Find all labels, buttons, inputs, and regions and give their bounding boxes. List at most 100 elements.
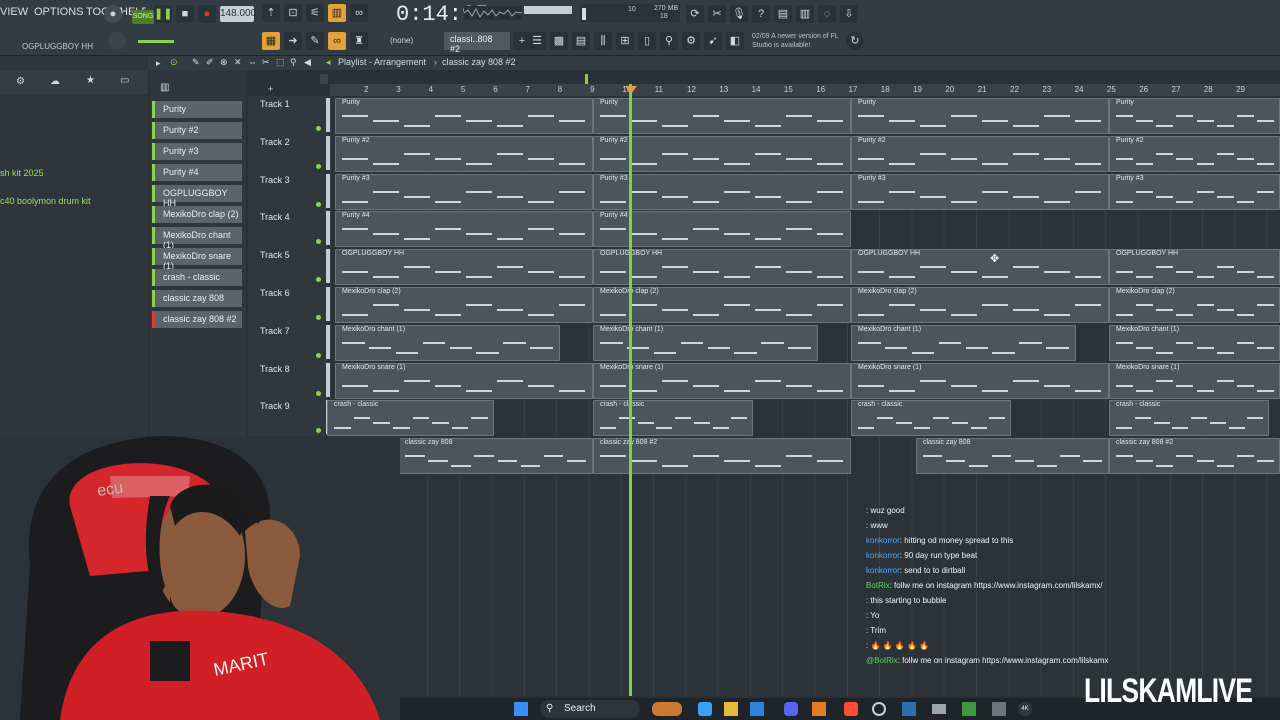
chat-username[interactable]: konkorror <box>866 551 900 560</box>
playlist-clip[interactable]: Purity <box>335 98 593 134</box>
playlist-clip[interactable]: MexikoDro clap (2) <box>335 287 593 323</box>
chat-username[interactable]: BotRix <box>866 581 890 590</box>
channel-rack-icon[interactable]: ▤ <box>572 32 590 50</box>
channel-item[interactable]: Purity #4 <box>152 164 242 181</box>
playlist-clip[interactable]: MexikoDro chant (1) <box>593 324 818 361</box>
channel-item[interactable]: classic zay 808 #2 <box>152 311 242 328</box>
wait-input-icon[interactable]: ⊡ <box>284 4 302 22</box>
mute-tool-icon[interactable]: ✕ <box>234 57 242 68</box>
playlist-clip[interactable]: MexikoDro clap (2) <box>1109 287 1280 323</box>
store-icon[interactable] <box>750 702 764 716</box>
picker-grid-icon[interactable]: ▥ <box>160 82 169 93</box>
chat-username[interactable]: konkorror <box>866 566 900 575</box>
copilot-icon[interactable] <box>698 702 712 716</box>
add-track-icon[interactable]: + <box>268 84 273 94</box>
mixer-view-icon[interactable]: ⫼ <box>594 32 612 50</box>
pan-knob[interactable] <box>108 32 126 50</box>
chat-username[interactable]: konkorror <box>866 536 900 545</box>
piano-roll-icon[interactable]: ▦ <box>262 32 280 50</box>
browser-icon[interactable]: ⊞ <box>616 32 634 50</box>
track-enable-indicator[interactable] <box>316 126 321 131</box>
snap-selector[interactable]: (none) <box>390 36 413 45</box>
app-icon[interactable] <box>932 704 946 714</box>
brave-icon[interactable] <box>844 702 858 716</box>
channel-item[interactable]: Purity #3 <box>152 143 242 160</box>
playlist-clip[interactable]: Purity #4 <box>335 211 593 248</box>
ruler-settings-icon[interactable] <box>320 74 328 84</box>
volume-slider[interactable] <box>138 40 174 43</box>
windows-start-icon[interactable] <box>514 702 528 716</box>
playhead[interactable] <box>629 84 632 696</box>
playlist-clip[interactable]: MexikoDro snare (1) <box>1109 362 1280 399</box>
channel-item[interactable]: Purity #2 <box>152 122 242 139</box>
slice-tool-icon[interactable]: ✂ <box>262 57 270 68</box>
playlist-clip[interactable]: crash - classic <box>593 400 753 437</box>
options-icon[interactable]: ⚙ <box>16 76 25 87</box>
select-tool-icon[interactable]: ⬚ <box>276 57 285 68</box>
playlist-clip[interactable]: classic zay 808 #2 <box>1109 438 1280 475</box>
track-label[interactable]: Track 8 <box>260 364 290 374</box>
loop-marker[interactable] <box>585 74 588 84</box>
playlist-clip[interactable]: MexikoDro chant (1) <box>1109 324 1280 361</box>
playlist-clip[interactable]: classic zay 808 <box>398 438 593 475</box>
4k-app-icon[interactable]: 4K <box>1018 702 1032 716</box>
playlist-clip[interactable]: Purity #3 <box>851 173 1109 210</box>
channel-item[interactable]: MexikoDro chant (1) <box>152 227 242 250</box>
save-icon[interactable]: ▤ <box>774 5 792 23</box>
pattern-selector[interactable]: classi..808 #2 <box>444 32 510 54</box>
track-enable-indicator[interactable] <box>316 163 321 169</box>
track-label[interactable]: Track 4 <box>260 212 290 222</box>
playlist-clip[interactable]: OGPLUGGBOY HH <box>851 249 1109 286</box>
playlist-clip[interactable]: MexikoDro snare (1) <box>335 362 593 399</box>
track-label[interactable]: Track 6 <box>260 288 290 298</box>
pencil-icon[interactable]: ✎ <box>306 32 324 50</box>
browser-item[interactable]: c40 boolymon drum kit <box>0 196 91 206</box>
timeline-ruler[interactable]: 2 3 4 5 6 7 8 9 10 11 12 13 14 15 16 17 18 19 20 21 22 23 24 25… <box>330 84 1280 96</box>
menu-options[interactable]: OPTIONS <box>34 6 84 22</box>
playlist-clip[interactable]: MexikoDro chant (1) <box>851 324 1076 361</box>
track-label[interactable]: Track 5 <box>260 250 290 260</box>
mixer-icon[interactable]: ✂ <box>708 5 726 23</box>
delete-tool-icon[interactable]: ⊗ <box>220 57 228 68</box>
arrow-right-icon[interactable]: ➜ <box>284 32 302 50</box>
chat-icon[interactable]: ◌ <box>818 5 836 23</box>
link-icon[interactable]: ∞ <box>328 32 346 50</box>
stop-icon[interactable]: ■ <box>176 5 194 23</box>
playlist-clip[interactable]: Purity #2 <box>1109 135 1280 172</box>
track-label[interactable]: Track 7 <box>260 326 290 336</box>
tempo-tapper-icon[interactable]: ⚙ <box>682 32 700 50</box>
playlist-clip[interactable]: Purity #3 <box>1109 173 1280 210</box>
help-icon[interactable]: ? <box>752 5 770 23</box>
chat-username[interactable]: @BotRix <box>866 656 898 665</box>
track-label[interactable]: Track 9 <box>260 401 290 411</box>
zoom-tool-icon[interactable]: ⚲ <box>290 57 297 68</box>
channel-item[interactable]: MexikoDro snare (1) <box>152 248 242 271</box>
stamp-icon[interactable]: ♜ <box>350 32 368 50</box>
file-explorer-icon[interactable] <box>724 702 738 716</box>
project-info-icon[interactable]: ◧ <box>726 32 744 50</box>
playlist-clip[interactable]: Purity <box>851 98 1109 134</box>
channel-item[interactable]: MexikoDro clap (2) <box>152 206 242 223</box>
render-icon[interactable]: ➹ <box>704 32 722 50</box>
playlist-clip[interactable]: Purity #2 <box>851 135 1109 172</box>
playlist-icon[interactable]: ☰ <box>528 32 546 50</box>
playlist-clip[interactable]: MexikoDro snare (1) <box>851 362 1109 399</box>
playlist-arrow-icon[interactable]: ◂ <box>326 57 331 68</box>
playlist-clip[interactable]: MexikoDro chant (1) <box>335 324 560 361</box>
step-edit-icon[interactable]: ▥ <box>328 4 346 22</box>
star-icon[interactable]: ★ <box>86 75 95 86</box>
loop-record-icon[interactable]: ∞ <box>350 4 368 22</box>
steam-icon[interactable] <box>902 702 916 716</box>
draw-tool-icon[interactable]: ✎ <box>192 57 200 68</box>
playlist-clip[interactable]: crash - classic <box>1109 400 1269 437</box>
folder-icon[interactable]: ▭ <box>120 75 129 86</box>
app3-icon[interactable] <box>992 702 1006 716</box>
countdown-icon[interactable]: ⚟ <box>306 4 324 22</box>
playlist-clip[interactable]: OGPLUGGBOY HH <box>1109 249 1280 286</box>
menu-view[interactable]: VIEW <box>0 6 28 22</box>
playlist-clip[interactable]: classic zay 808 <box>916 438 1109 475</box>
playlist-clip[interactable]: Purity #2 <box>335 135 593 172</box>
piano-roll-view-icon[interactable]: ▩ <box>550 32 568 50</box>
weather-widget-icon[interactable] <box>652 702 682 716</box>
update-icon[interactable]: ↻ <box>846 32 864 50</box>
